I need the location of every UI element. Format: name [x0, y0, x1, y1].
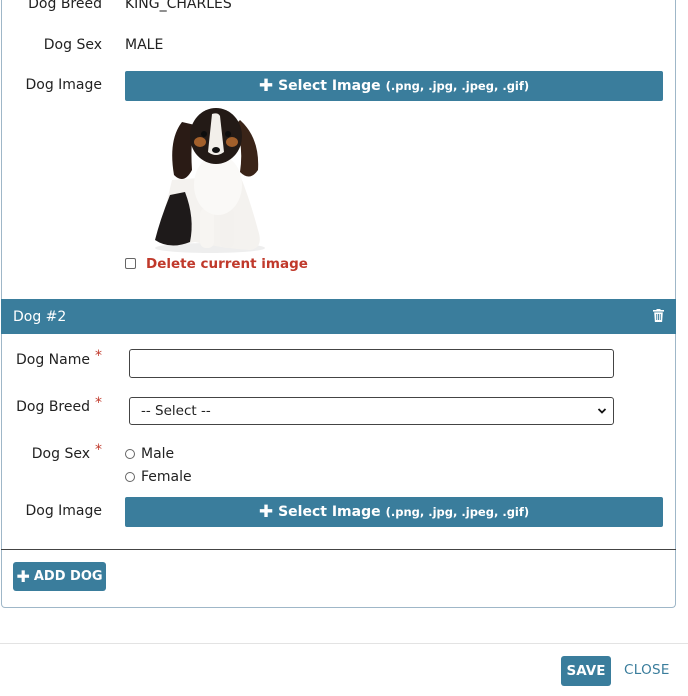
plus-icon: ✚ — [258, 501, 274, 522]
dog2-sex-label: Dog Sex * — [31, 442, 102, 462]
chevron-down-icon — [597, 408, 607, 414]
dog2-image-label: Dog Image — [25, 503, 102, 519]
section-divider — [1, 549, 676, 550]
sex-radio-female[interactable] — [125, 472, 135, 482]
dog2-breed-select[interactable]: -- Select -- — [129, 397, 614, 425]
dog2-header: Dog #2 — [1, 299, 676, 334]
select-image-extensions: (.png, .jpg, .jpeg, .gif) — [385, 505, 530, 519]
delete-image-label[interactable]: Delete current image — [146, 256, 308, 272]
save-button[interactable]: SAVE — [561, 656, 611, 686]
dog2-name-label: Dog Name * — [16, 348, 102, 368]
add-dog-label: ADD DOG — [33, 569, 103, 584]
dog2-header-title: Dog #2 — [13, 308, 67, 325]
dog1-breed-label: Dog Breed — [28, 0, 102, 12]
dog2-breed-select-value: -- Select -- — [141, 403, 211, 419]
dog1-sex-value: MALE — [125, 37, 164, 53]
dog2-select-image-button[interactable]: ✚ Select Image (.png, .jpg, .jpeg, .gif) — [125, 497, 663, 527]
dog2-breed-label: Dog Breed * — [16, 395, 102, 415]
dog1-sex-label: Dog Sex — [43, 37, 102, 53]
dog1-breed-value: KING_CHARLES — [125, 0, 232, 12]
close-button[interactable]: CLOSE — [624, 662, 670, 678]
dog2-sex-label-text: Dog Sex — [31, 446, 90, 462]
trash-icon[interactable] — [653, 309, 664, 322]
dog2-breed-label-text: Dog Breed — [16, 399, 90, 415]
dog-photo — [155, 108, 265, 253]
dog2-name-label-text: Dog Name — [16, 352, 90, 368]
sex-option-male[interactable]: Male — [141, 446, 174, 462]
required-mark: * — [95, 442, 102, 458]
select-image-extensions: (.png, .jpg, .jpeg, .gif) — [385, 79, 530, 93]
add-dog-button[interactable]: ✚ ADD DOG — [13, 562, 106, 591]
delete-image-checkbox[interactable] — [125, 258, 136, 269]
select-image-label: Select Image — [278, 504, 381, 520]
sex-radio-male[interactable] — [125, 449, 135, 459]
sex-option-female[interactable]: Female — [141, 469, 192, 485]
dog2-name-input[interactable] — [129, 349, 614, 378]
select-image-label: Select Image — [278, 78, 381, 94]
footer-divider — [0, 643, 688, 644]
dog1-select-image-button[interactable]: ✚ Select Image (.png, .jpg, .jpeg, .gif) — [125, 71, 663, 101]
required-mark: * — [95, 348, 102, 364]
dog1-image-label: Dog Image — [25, 77, 102, 93]
plus-icon: ✚ — [258, 75, 274, 96]
required-mark: * — [95, 395, 102, 411]
plus-icon: ✚ — [16, 566, 30, 586]
